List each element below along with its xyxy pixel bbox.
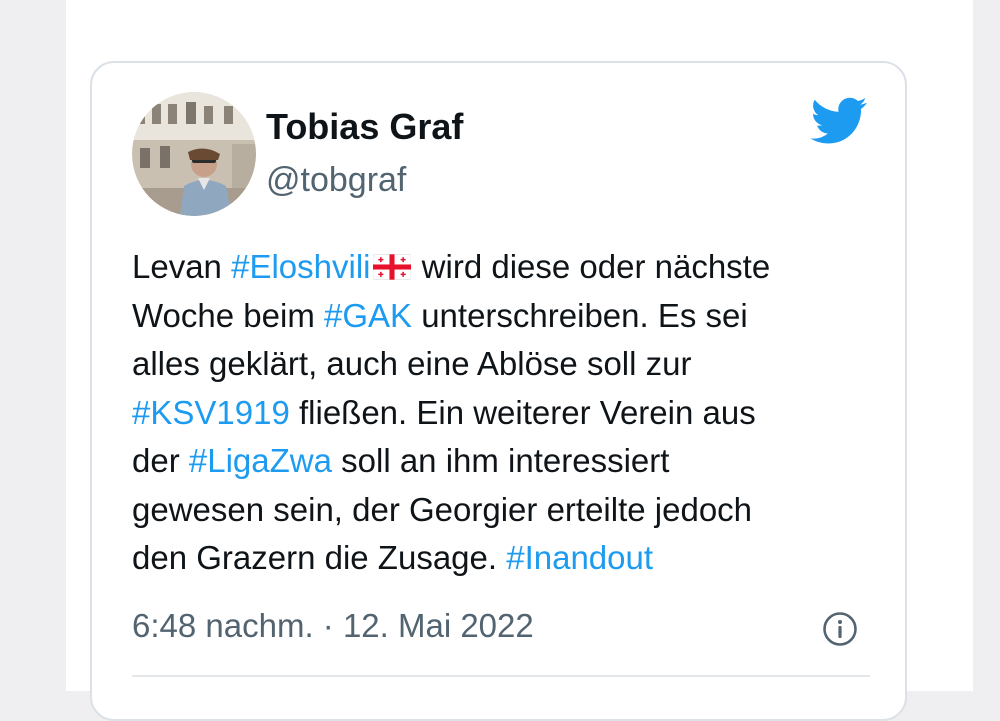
tweet-card[interactable]: Tobias Graf @tobgraf Levan #Eloshvili wi… xyxy=(90,61,907,721)
tweet-text-span: alles geklärt, auch eine Ablöse soll zur xyxy=(132,345,692,382)
info-circle-icon[interactable] xyxy=(822,611,858,647)
page-frame: Tobias Graf @tobgraf Levan #Eloshvili wi… xyxy=(66,0,973,721)
tweet-line: Levan #Eloshvili wird diese oder nächste xyxy=(132,243,872,292)
tweet-line: Woche beim #GAK unterschreiben. Es sei xyxy=(132,292,872,341)
avatar[interactable] xyxy=(132,92,256,216)
tweet-line: der #LigaZwa soll an ihm interessiert xyxy=(132,437,872,486)
tweet-line: #KSV1919 fließen. Ein weiterer Verein au… xyxy=(132,389,872,438)
tweet-text-span: Woche beim xyxy=(132,296,324,334)
tweet-text-span: unterschreiben. Es sei xyxy=(412,296,748,334)
author-handle[interactable]: @tobgraf xyxy=(266,159,406,201)
tweet-timestamp[interactable]: 6:48 nachm. · 12. Mai 2022 xyxy=(132,606,534,646)
tweet-text-span: den Grazern die Zusage. xyxy=(132,539,507,576)
tweet-line: den Grazern die Zusage. #Inandout xyxy=(132,534,872,583)
tweet-line: alles geklärt, auch eine Ablöse soll zur xyxy=(132,340,872,389)
tweet-text-span: wird diese oder nächste xyxy=(412,248,771,285)
tweet-line: gewesen sein, der Georgier erteilte jedo… xyxy=(132,486,872,535)
hashtag-link[interactable]: #LigaZwa xyxy=(189,442,332,479)
tweet-text-span: soll an ihm interessiert xyxy=(331,442,670,479)
tweet-text-span: Levan xyxy=(132,248,232,285)
twitter-bird-icon[interactable] xyxy=(810,97,868,145)
divider xyxy=(132,675,870,677)
tweet-text-span: gewesen sein, der Georgier erteilte jedo… xyxy=(132,490,753,528)
hashtag-link[interactable]: #GAK xyxy=(324,297,412,334)
avatar-photo xyxy=(132,92,256,216)
georgia-flag-icon xyxy=(372,254,411,280)
tweet-text-span: fließen. Ein weiterer Verein aus xyxy=(289,393,756,431)
tweet-text: Levan #Eloshvili wird diese oder nächste… xyxy=(132,243,872,583)
author-display-name[interactable]: Tobias Graf xyxy=(266,105,463,149)
hashtag-link[interactable]: #Inandout xyxy=(506,539,653,576)
hashtag-link[interactable]: #Eloshvili xyxy=(231,248,370,285)
tweet-text-span: der xyxy=(132,442,189,479)
hashtag-link[interactable]: #KSV1919 xyxy=(132,394,290,431)
